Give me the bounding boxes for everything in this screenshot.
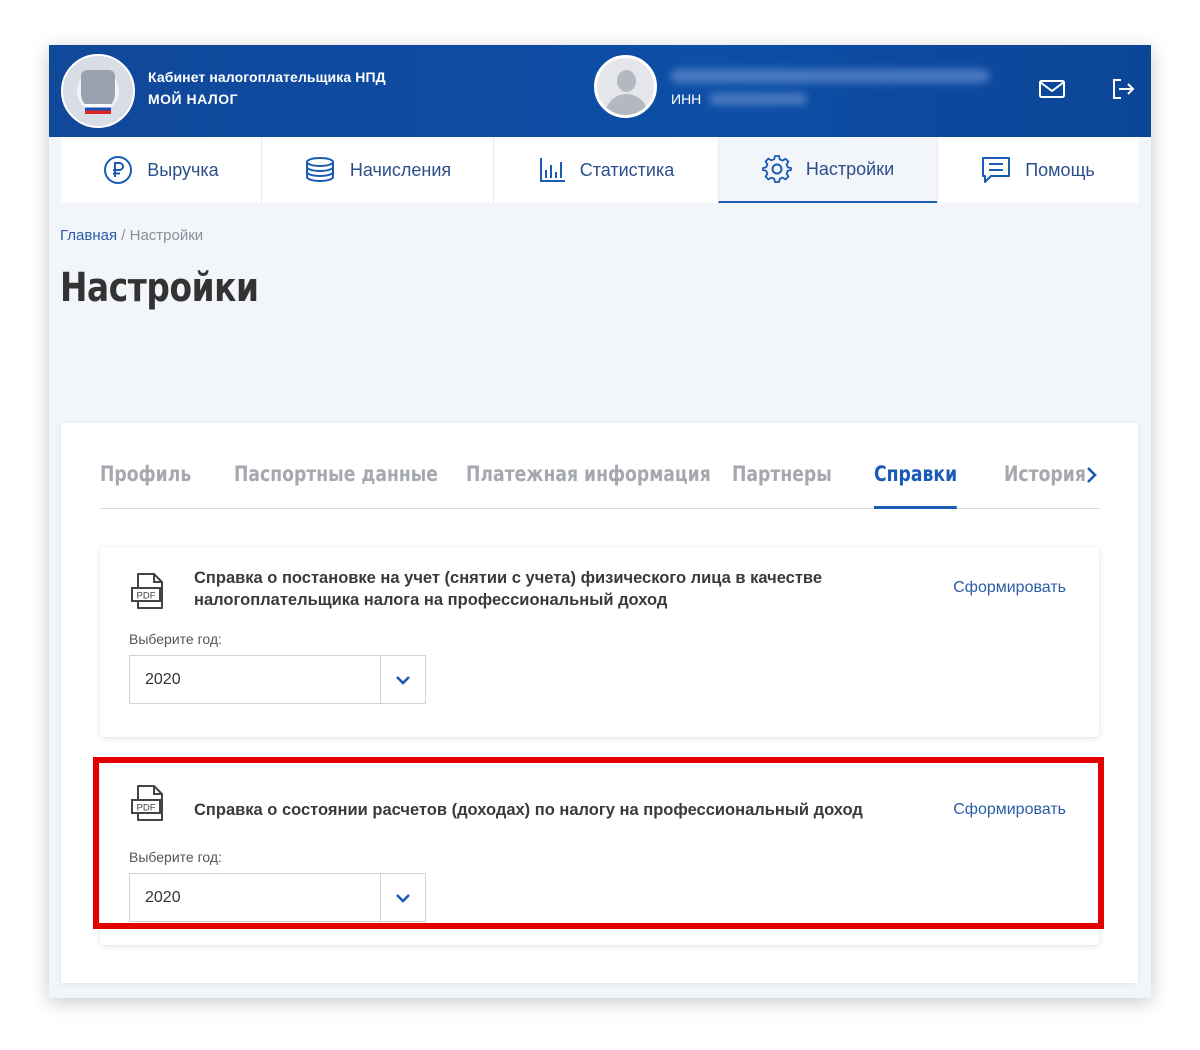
year-select-value: 2020 bbox=[145, 671, 181, 688]
tab-partners[interactable]: Партнеры bbox=[732, 451, 832, 509]
breadcrumb-home-link[interactable]: Главная bbox=[60, 227, 117, 244]
inn-value-redacted bbox=[709, 93, 807, 105]
breadcrumb-separator: / bbox=[121, 227, 126, 244]
pdf-file-icon: PDF bbox=[129, 571, 169, 616]
inn-label: ИНН bbox=[671, 91, 702, 107]
tab-certificates[interactable]: Справки bbox=[874, 451, 958, 509]
nav-item-help[interactable]: Помощь bbox=[937, 137, 1138, 203]
generate-link[interactable]: Сформировать bbox=[953, 801, 1066, 819]
document-panel-income: PDF Справка о состоянии расчетов (дохода… bbox=[100, 759, 1099, 945]
chevron-down-icon[interactable] bbox=[380, 874, 425, 921]
app-header: Кабинет налогоплательщика НПД МОЙ НАЛОГ … bbox=[49, 45, 1151, 137]
avatar-body-icon bbox=[605, 94, 648, 115]
year-label: Выберите год: bbox=[129, 849, 222, 865]
nav-item-label: Помощь bbox=[1025, 159, 1095, 180]
pdf-label: PDF bbox=[137, 591, 156, 602]
document-title: Справка о состоянии расчетов (доходах) п… bbox=[194, 801, 863, 819]
gear-icon bbox=[761, 155, 792, 183]
nav-item-label: Настройки bbox=[805, 158, 895, 179]
year-select[interactable]: 2020 bbox=[129, 873, 426, 922]
brand-title: Кабинет налогоплательщика НПД bbox=[148, 69, 386, 85]
document-panel-registration: PDF Справка о постановке на учет (снятии… bbox=[100, 547, 1099, 737]
tab-profile[interactable]: Профиль bbox=[100, 451, 191, 509]
brand: Кабинет налогоплательщика НПД МОЙ НАЛОГ bbox=[148, 67, 386, 111]
flag-icon bbox=[85, 104, 111, 114]
nav-item-statistics[interactable]: Статистика bbox=[493, 137, 718, 203]
nav-item-label: Начисления bbox=[349, 159, 452, 180]
chevron-down-icon[interactable] bbox=[380, 656, 425, 703]
page-title: Настройки bbox=[60, 265, 259, 311]
app-window: Кабинет налогоплательщика НПД МОЙ НАЛОГ … bbox=[49, 45, 1151, 998]
tab-passport[interactable]: Паспортные данные bbox=[234, 451, 438, 509]
settings-card: Профиль Паспортные данные Платежная инфо… bbox=[61, 423, 1138, 983]
chevron-right-icon[interactable] bbox=[1085, 465, 1099, 490]
tab-payment-info[interactable]: Платежная информация bbox=[466, 451, 711, 509]
user-name-redacted bbox=[671, 69, 989, 83]
tab-history[interactable]: История bbox=[1004, 451, 1086, 509]
logout-icon[interactable] bbox=[1109, 75, 1137, 103]
nav-item-label: Выручка bbox=[147, 159, 219, 180]
year-select-value: 2020 bbox=[145, 889, 181, 906]
main-nav: Выручка Начисления Статистика Настройки … bbox=[61, 137, 1138, 203]
avatar-head-icon bbox=[617, 70, 636, 92]
nav-item-revenue[interactable]: Выручка bbox=[61, 137, 261, 203]
bar-chart-icon bbox=[539, 158, 565, 182]
year-select[interactable]: 2020 bbox=[129, 655, 426, 704]
nav-item-label: Статистика bbox=[579, 159, 675, 180]
generate-link[interactable]: Сформировать bbox=[953, 579, 1066, 597]
breadcrumb-current: Настройки bbox=[129, 227, 204, 244]
settings-tabs: Профиль Паспортные данные Платежная инфо… bbox=[100, 451, 1099, 509]
nav-item-charges[interactable]: Начисления bbox=[261, 137, 493, 203]
brand-subtitle: МОЙ НАЛОГ bbox=[148, 91, 239, 107]
coins-stack-icon bbox=[305, 157, 334, 182]
ruble-icon bbox=[104, 156, 133, 184]
nav-item-settings[interactable]: Настройки bbox=[718, 137, 937, 203]
pdf-file-icon: PDF bbox=[129, 783, 169, 828]
year-label: Выберите год: bbox=[129, 631, 222, 647]
help-chat-icon bbox=[982, 157, 1011, 183]
document-title: Справка о постановке на учет (снятии с у… bbox=[194, 569, 823, 609]
pdf-label: PDF bbox=[137, 803, 156, 814]
breadcrumb: Главная / Настройки bbox=[60, 227, 203, 244]
avatar[interactable] bbox=[594, 55, 657, 118]
fns-emblem-logo bbox=[61, 54, 135, 128]
mail-icon[interactable] bbox=[1038, 75, 1066, 103]
